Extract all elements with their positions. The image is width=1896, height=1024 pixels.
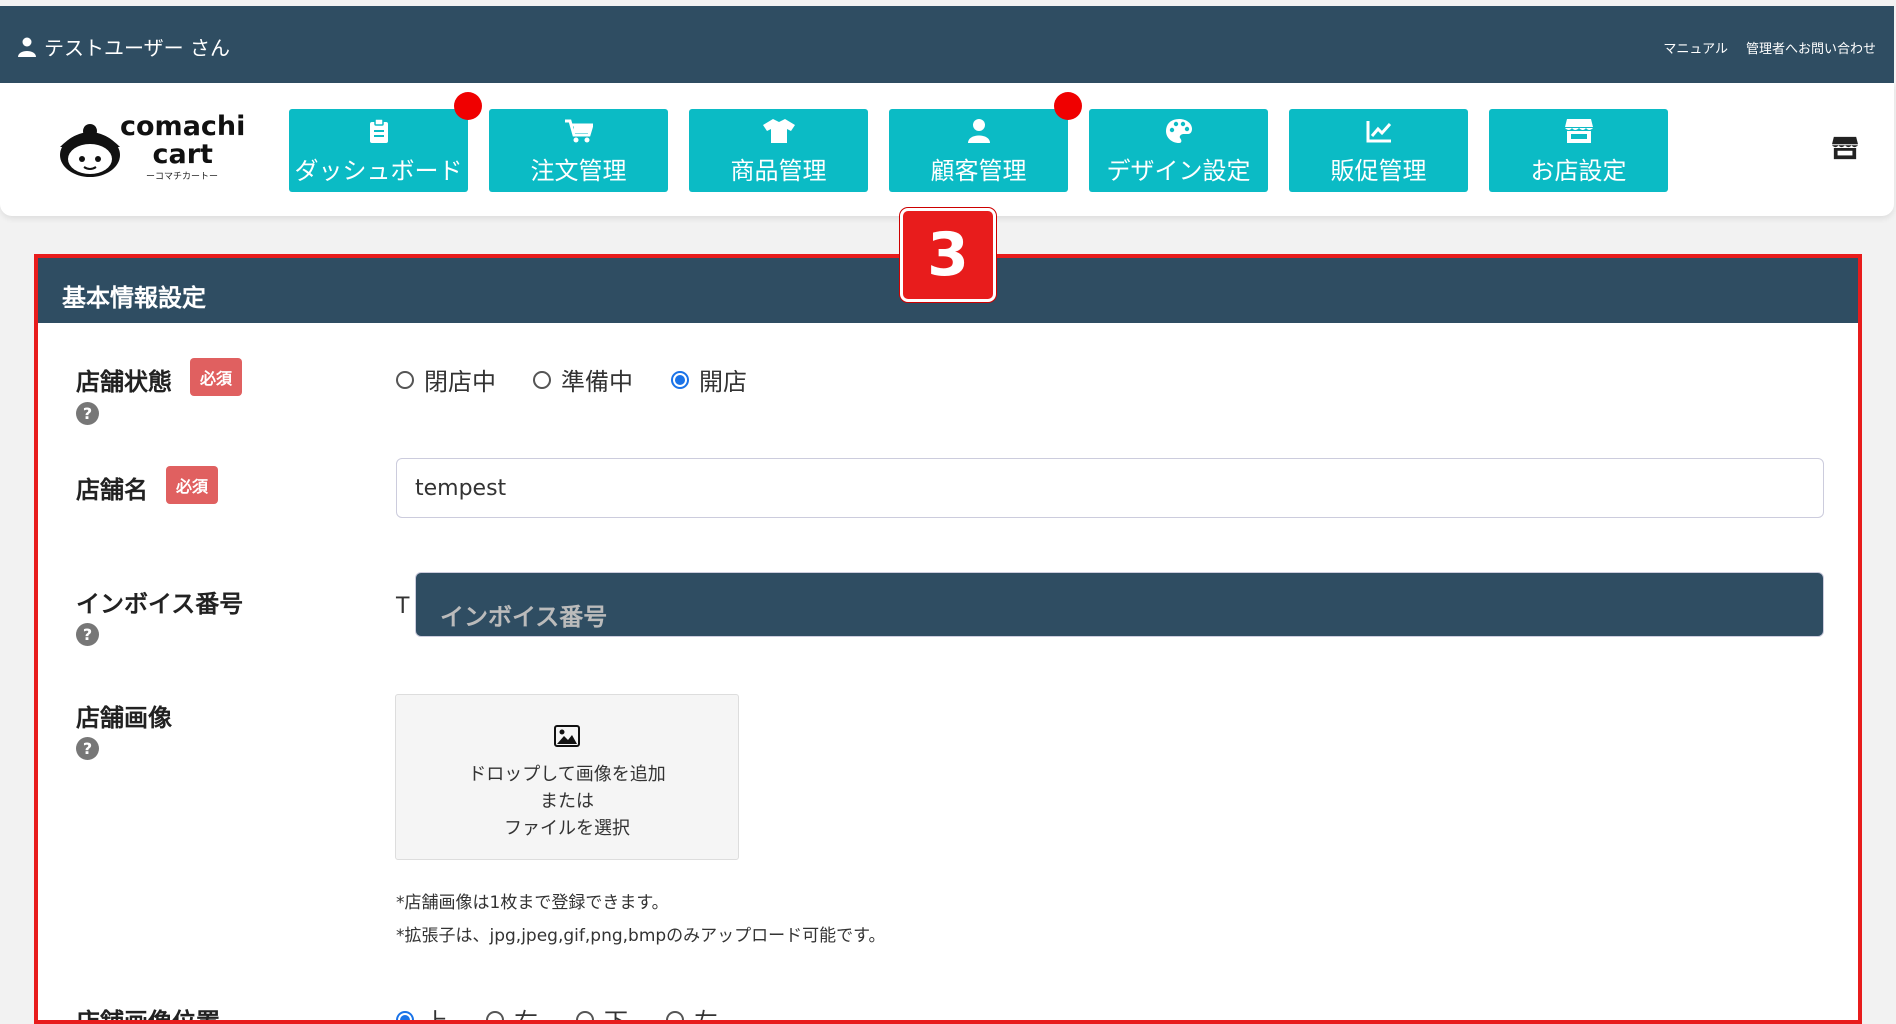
nav-customers[interactable]: 顧客管理 <box>889 109 1068 192</box>
chart-line-icon <box>1366 121 1391 143</box>
radio-position-bottom[interactable]: 下 <box>576 1002 628 1024</box>
radio-position-left[interactable]: 左 <box>666 1002 718 1024</box>
required-badge: 必須 <box>190 358 243 396</box>
nav-store-settings-label: お店設定 <box>1530 157 1627 185</box>
store-icon <box>1564 119 1593 143</box>
dropzone-or-text: または <box>540 791 594 812</box>
logo-text-line1: comachi <box>120 111 246 142</box>
invoice-number-input[interactable]: インボイス番号 <box>415 572 1824 637</box>
logo-mascot-icon <box>60 124 120 177</box>
radio-label: 右 <box>514 1008 538 1024</box>
store-name-label: 店舗名 <box>76 476 148 504</box>
basic-info-panel: 基本情報設定 店舗状態 必須 ? 閉店中 準備中 開店 店舗名 必須 tempe… <box>34 254 1862 1024</box>
nav-orders-label: 注文管理 <box>530 157 627 185</box>
tshirt-icon <box>762 119 795 143</box>
radio-position-right[interactable]: 右 <box>486 1002 538 1024</box>
user-name: テストユーザー さん <box>44 36 230 60</box>
radio-label: 開店 <box>699 368 747 396</box>
user-icon <box>18 37 36 57</box>
help-icon[interactable]: ? <box>76 623 99 646</box>
help-icon[interactable]: ? <box>76 737 99 760</box>
help-icon[interactable]: ? <box>76 402 99 425</box>
nav-store-settings[interactable]: お店設定 <box>1489 109 1668 192</box>
store-image-label: 店舗画像 <box>76 704 172 732</box>
radio-button[interactable] <box>533 370 551 389</box>
nav-dashboard[interactable]: ダッシュボード <box>289 109 468 192</box>
nav-design[interactable]: デザイン設定 <box>1089 109 1268 192</box>
image-note-extensions: *拡張子は、jpg,jpeg,gif,png,bmpのみアップロード可能です。 <box>396 926 886 946</box>
notification-dot <box>454 92 482 120</box>
nav-products-label: 商品管理 <box>730 157 827 185</box>
radio-label: 上 <box>424 1008 448 1024</box>
image-note-count: *店舗画像は1枚まで登録できます。 <box>396 893 669 913</box>
store-name-input[interactable]: tempest <box>396 458 1824 518</box>
comachi-cart-logo[interactable]: comachi cart ーコマチカートー <box>50 113 245 183</box>
invoice-prefix: T <box>396 594 410 619</box>
nav-customers-label: 顧客管理 <box>930 157 1027 185</box>
radio-button[interactable] <box>396 370 414 389</box>
store-status-label: 店舗状態 <box>76 368 172 396</box>
radio-label: 閉店中 <box>424 368 496 396</box>
user-icon <box>967 119 990 143</box>
logo-text-line2: cart <box>152 139 213 170</box>
image-position-label: 店舗画像位置 <box>76 1008 220 1024</box>
nav-promotion[interactable]: 販促管理 <box>1289 109 1468 192</box>
radio-button-selected[interactable] <box>396 1010 414 1020</box>
step-number-badge: 3 <box>900 208 996 302</box>
image-dropzone[interactable]: ドロップして画像を追加 または ファイルを選択 <box>395 694 739 860</box>
main-nav: comachi cart ーコマチカートー ダッシュボード 注文管理 商品管理 顧… <box>0 83 1894 216</box>
top-bar: テストユーザー さん マニュアル 管理者へお問い合わせ <box>0 6 1894 83</box>
radio-label: 下 <box>604 1008 628 1024</box>
radio-button[interactable] <box>486 1010 504 1020</box>
user-menu[interactable]: テストユーザー さん <box>18 32 230 61</box>
nav-products[interactable]: 商品管理 <box>689 109 868 192</box>
nav-orders[interactable]: 注文管理 <box>489 109 668 192</box>
dropzone-text: ドロップして画像を追加 <box>468 764 666 785</box>
notification-dot <box>1054 92 1082 120</box>
logo-subtitle: ーコマチカートー <box>146 172 219 182</box>
nav-dashboard-label: ダッシュボード <box>294 157 463 185</box>
image-icon <box>554 725 580 747</box>
radio-position-top[interactable]: 上 <box>396 1002 448 1024</box>
storefront-icon[interactable] <box>1832 135 1858 161</box>
required-badge: 必須 <box>166 466 219 504</box>
radio-button[interactable] <box>666 1010 684 1020</box>
select-file-link[interactable]: ファイルを選択 <box>396 814 738 840</box>
radio-closed[interactable]: 閉店中 <box>396 362 496 397</box>
radio-preparing[interactable]: 準備中 <box>533 362 633 397</box>
cart-icon <box>564 119 593 143</box>
radio-open[interactable]: 開店 <box>671 362 747 397</box>
radio-label: 左 <box>694 1008 718 1024</box>
invoice-number-label: インボイス番号 <box>76 590 244 618</box>
manual-link[interactable]: マニュアル <box>1663 38 1728 57</box>
radio-label: 準備中 <box>561 368 633 396</box>
nav-promotion-label: 販促管理 <box>1330 157 1427 185</box>
clipboard-icon <box>369 119 388 143</box>
contact-admin-link[interactable]: 管理者へお問い合わせ <box>1746 38 1876 57</box>
palette-icon <box>1165 119 1192 143</box>
nav-design-label: デザイン設定 <box>1106 157 1251 185</box>
radio-button[interactable] <box>576 1010 594 1020</box>
radio-button-selected[interactable] <box>671 370 689 389</box>
